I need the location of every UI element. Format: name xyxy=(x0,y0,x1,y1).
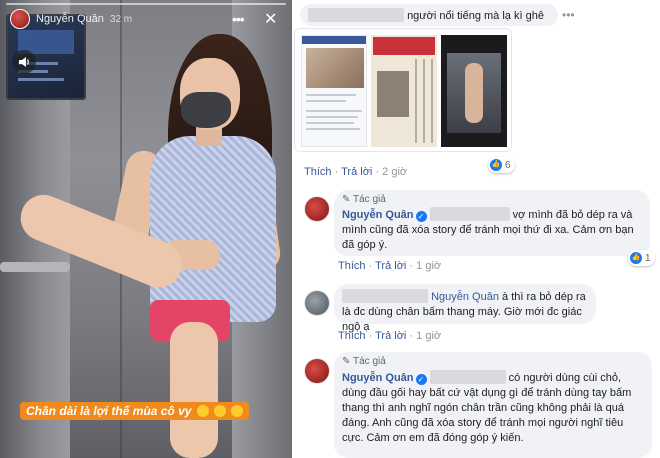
comment-mention[interactable]: Nguyễn Quân xyxy=(431,291,499,303)
story-caption: Chân dài là lợi thế mùa cô vy xyxy=(20,402,250,420)
laughing-emoji-icon xyxy=(214,405,227,417)
author-badge-label: Tác giả xyxy=(353,356,386,367)
story-viewer: Nguyễn Quân 32 m ••• ✕ Chân dài là lợi t… xyxy=(0,0,292,458)
reaction-count-badge[interactable]: 👍 6 xyxy=(488,157,515,173)
comment-attachment[interactable] xyxy=(294,28,512,152)
like-link[interactable]: Thích xyxy=(338,330,366,342)
avatar[interactable] xyxy=(304,358,330,384)
comment-bubble: người nổi tiếng mà lạ kì ghê xyxy=(300,4,558,26)
attachment-image-newspaper xyxy=(371,35,437,147)
story-header: Nguyễn Quân 32 m xyxy=(10,8,132,30)
attachment-image-video xyxy=(441,35,507,147)
verified-icon: ✓ xyxy=(415,211,427,222)
reaction-count: 1 xyxy=(645,252,651,264)
comment-text: người nổi tiếng mà lạ kì ghê xyxy=(407,10,544,22)
redacted-name xyxy=(429,207,510,221)
face-mask xyxy=(181,92,231,128)
more-icon[interactable]: ••• xyxy=(232,11,245,27)
author-badge: ✎ Tác giả xyxy=(342,356,386,367)
reply-link[interactable]: Trả lời xyxy=(341,166,372,178)
reply-link[interactable]: Trả lời xyxy=(375,330,406,342)
story-time: 32 m xyxy=(109,13,133,25)
comment-actions: Thích · Trả lời · 1 giờ xyxy=(338,330,442,342)
person-leg xyxy=(170,322,218,458)
more-icon[interactable]: ••• xyxy=(562,8,575,22)
comment-author[interactable]: Nguyễn Quân xyxy=(342,372,414,384)
verified-icon: ✓ xyxy=(415,374,427,385)
story-caption-text: Chân dài là lợi thế mùa cô vy xyxy=(26,404,192,418)
comment-time: 1 giờ xyxy=(416,330,442,342)
reaction-count: 6 xyxy=(505,159,511,171)
person-shirt xyxy=(150,136,276,322)
redacted-name xyxy=(429,370,506,384)
redacted-name xyxy=(342,289,428,303)
like-icon: 👍 xyxy=(490,159,502,171)
story-user-name[interactable]: Nguyễn Quân xyxy=(36,13,104,25)
avatar[interactable] xyxy=(10,9,30,29)
author-badge: ✎ Tác giả xyxy=(342,194,386,205)
redacted-name xyxy=(308,8,404,22)
comment-bubble: Nguyễn Quân à thì ra bỏ dép ra là đc dùn… xyxy=(334,284,596,333)
comments-panel: người nổi tiếng mà lạ kì ghê ••• Thích ·… xyxy=(292,0,660,458)
avatar[interactable] xyxy=(304,196,330,222)
elevator-handrail xyxy=(0,262,70,272)
reaction-count-badge[interactable]: 👍 1 xyxy=(628,250,655,266)
sound-button[interactable] xyxy=(12,50,36,74)
comment-actions: Thích · Trả lời · 2 giờ xyxy=(304,166,408,178)
sound-icon xyxy=(19,57,29,67)
close-icon[interactable]: ✕ xyxy=(264,9,277,29)
like-icon: 👍 xyxy=(630,252,642,264)
comment-time: 1 giờ xyxy=(416,260,442,272)
comment-bubble: ✎ Tác giả Nguyễn Quân ✓ có người dùng cùi… xyxy=(334,352,652,458)
comment-author[interactable]: Nguyễn Quân xyxy=(342,209,414,221)
laughing-emoji-icon xyxy=(196,405,209,417)
comment-time: 2 giờ xyxy=(382,166,408,178)
pen-icon: ✎ xyxy=(342,194,351,205)
story-progress-bar xyxy=(6,3,286,5)
pen-icon: ✎ xyxy=(342,356,351,367)
attachment-image-facebook-post xyxy=(301,35,367,147)
comment-actions: Thích · Trả lời · 1 giờ xyxy=(338,260,442,272)
like-link[interactable]: Thích xyxy=(338,260,366,272)
comment-bubble: ✎ Tác giả Nguyễn Quân ✓ vợ mình đã bỏ dép… xyxy=(334,190,650,256)
author-badge-label: Tác giả xyxy=(353,194,386,205)
reply-link[interactable]: Trả lời xyxy=(375,260,406,272)
avatar[interactable] xyxy=(304,290,330,316)
like-link[interactable]: Thích xyxy=(304,166,332,178)
laughing-emoji-icon xyxy=(231,405,244,417)
